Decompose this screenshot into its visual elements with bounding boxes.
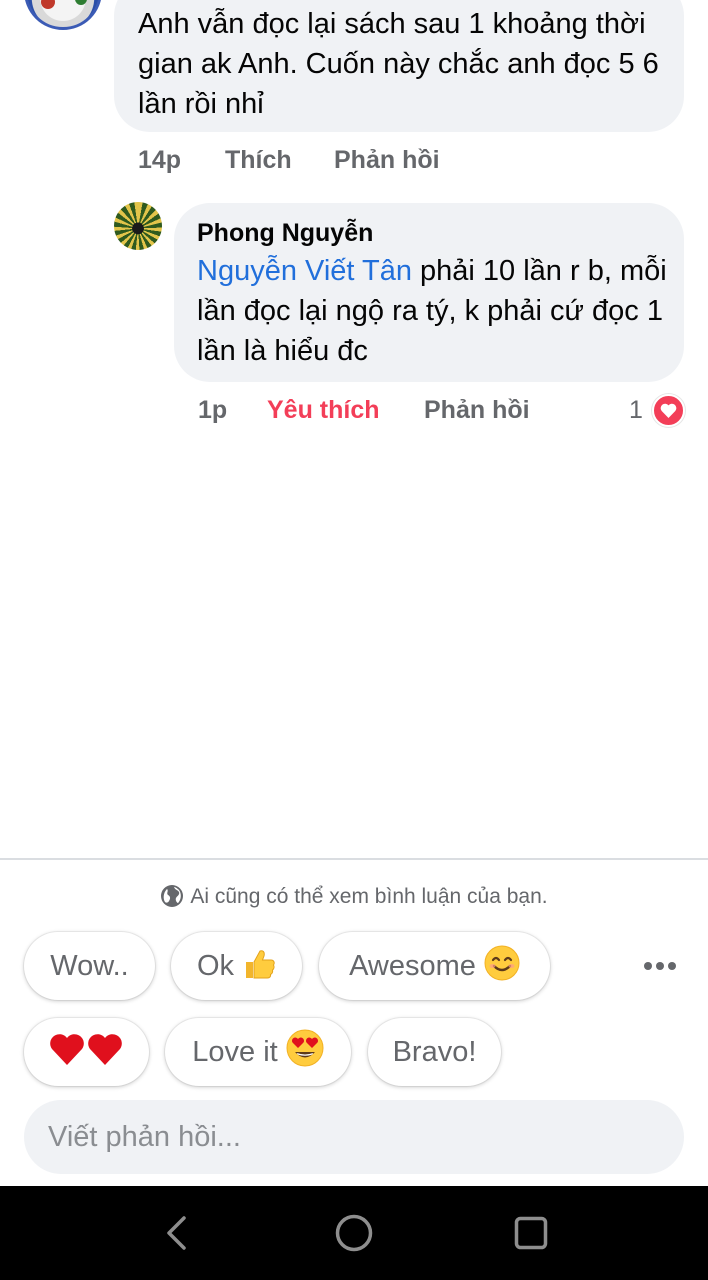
quick-reply-ok[interactable]: Ok [171,932,302,1000]
reply-button[interactable]: Phản hồi [334,146,440,175]
two-hearts-emoji [49,1024,125,1092]
quick-reply-hearts[interactable] [24,1018,149,1086]
privacy-text: Ai cũng có thể xem bình luận của bạn. [190,885,548,908]
reply-bubble[interactable]: Phong Nguyễn Nguyễn Viết Tân phải 10 lần… [174,203,684,382]
quick-reply-label: Wow.. [50,950,129,982]
back-icon[interactable] [126,1186,226,1280]
reply-author-name[interactable]: Phong Nguyễn [197,217,373,249]
reply-timestamp[interactable]: 1p [198,396,227,425]
composer-divider [0,858,708,860]
system-navigation-bar [0,1186,708,1280]
reply-button[interactable]: Phản hồi [424,396,530,425]
more-options-icon[interactable] [640,952,680,980]
quick-reply-label: Love it [192,1036,278,1068]
quick-reply-wow[interactable]: Wow.. [24,932,155,1000]
reply-text: Nguyễn Viết Tân phải 10 lần r b, mỗi lần… [197,251,667,371]
love-reaction-button[interactable]: Yêu thích [267,396,380,425]
comment-timestamp[interactable]: 14p [138,146,181,175]
heart-icon[interactable] [652,394,685,427]
reply-input[interactable] [24,1100,684,1174]
smiling-face-emoji [484,938,520,1006]
quick-reply-label: Bravo! [392,1036,477,1068]
comment-bubble[interactable]: Anh vẫn đọc lại sách sau 1 khoảng thời g… [114,0,684,132]
commenter-avatar[interactable] [24,0,102,30]
quick-reply-bravo[interactable]: Bravo! [368,1018,501,1086]
like-button[interactable]: Thích [225,146,292,175]
quick-reply-awesome[interactable]: Awesome [319,932,550,1000]
recents-icon[interactable] [481,1186,581,1280]
comment-text: Anh vẫn đọc lại sách sau 1 khoảng thời g… [138,8,659,120]
quick-reply-label: Awesome [349,950,476,982]
privacy-notice: Ai cũng có thể xem bình luận của bạn. [0,884,708,912]
reaction-count[interactable]: 1 [629,396,643,425]
quick-reply-label: Ok [196,950,235,982]
home-icon[interactable] [304,1186,404,1280]
quick-reply-love-it[interactable]: Love it [165,1018,351,1086]
globe-icon [160,884,184,914]
heart-eyes-emoji [286,1024,324,1092]
mention-link[interactable]: Nguyễn Viết Tân [197,255,412,287]
reply-author-avatar[interactable] [114,202,162,250]
thumbs-up-emoji [242,938,276,1006]
